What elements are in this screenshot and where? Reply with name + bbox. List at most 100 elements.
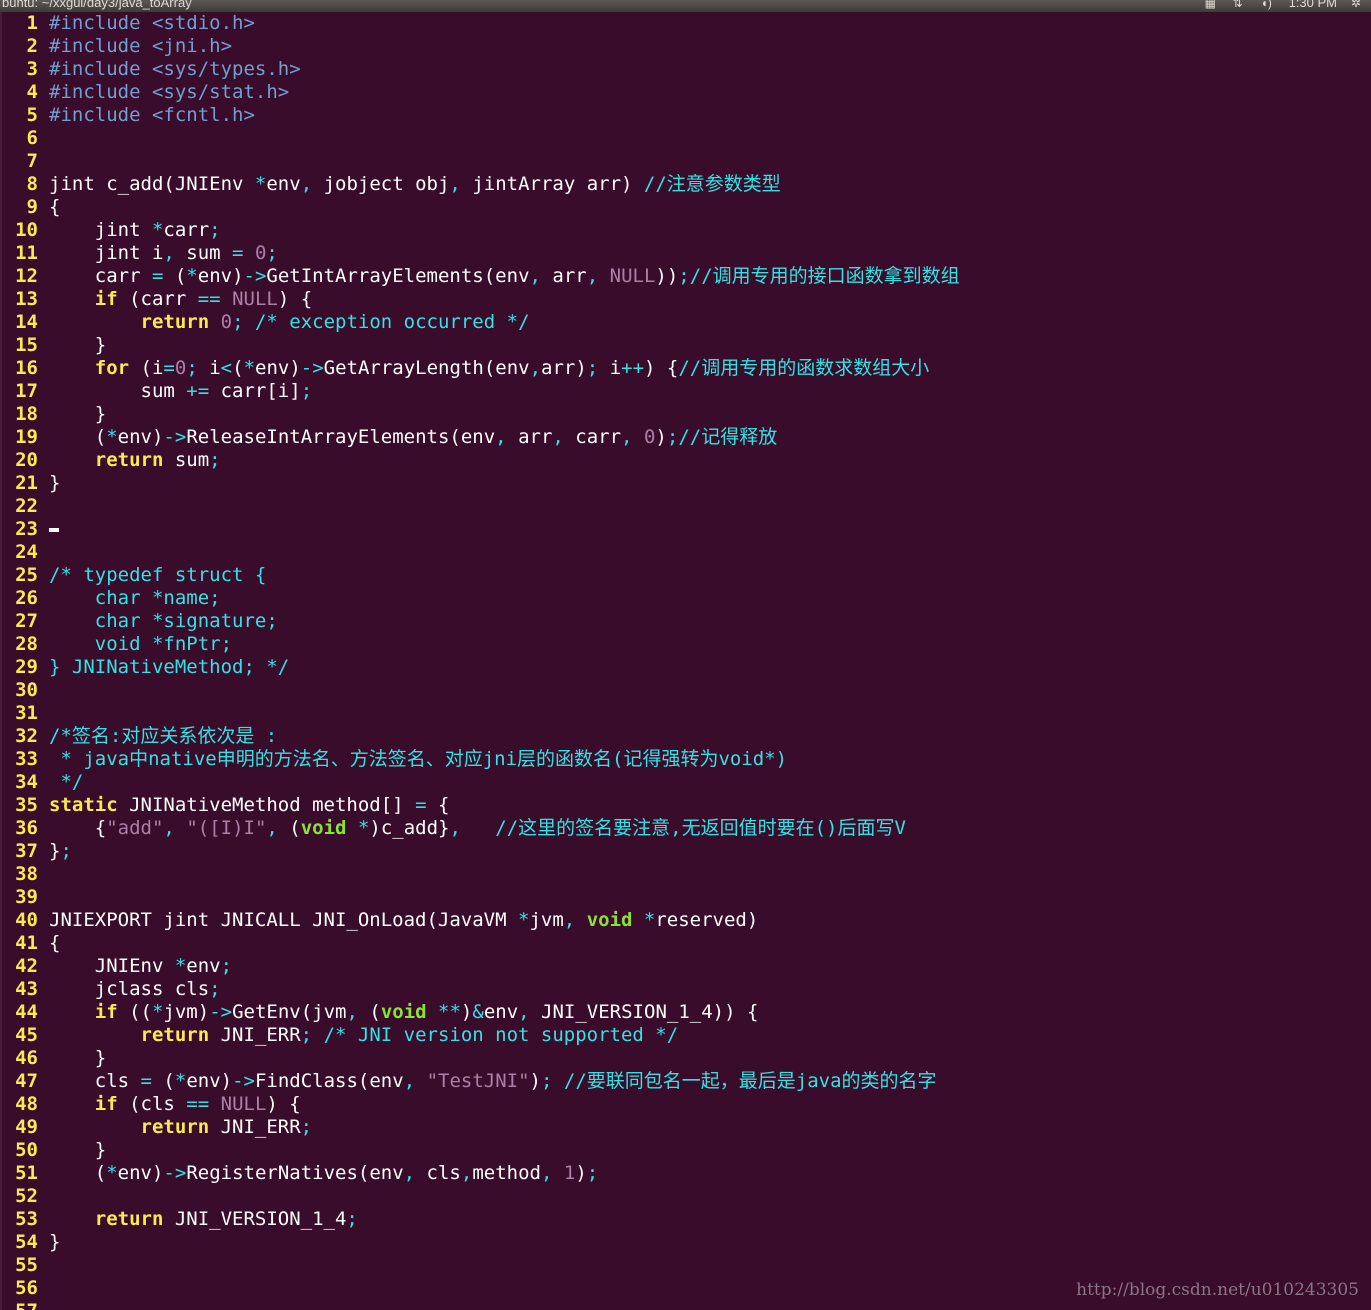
code-line[interactable]: 8 jint c_add(JNIEnv *env, jobject obj, ji… bbox=[2, 173, 781, 196]
code-token: env) bbox=[117, 426, 164, 448]
gear-icon[interactable]: ✲ bbox=[1351, 0, 1365, 9]
code-line[interactable]: 6 bbox=[2, 127, 49, 150]
keyboard-icon[interactable]: ▦ bbox=[1205, 0, 1219, 9]
code-token: * bbox=[357, 817, 370, 839]
line-number: 6 bbox=[26, 127, 38, 149]
code-line[interactable]: 24 bbox=[2, 541, 49, 564]
code-line[interactable]: 45 return JNI_ERR; /* JNI version not su… bbox=[2, 1024, 678, 1047]
code-token: , bbox=[403, 1162, 416, 1184]
code-line[interactable]: 4 #include <sys/stat.h> bbox=[2, 81, 290, 104]
network-icon[interactable]: ⇅ bbox=[1233, 0, 1247, 9]
code-editor[interactable]: 1 #include <stdio.h> 2 #include <jni.h> 3 #in… bbox=[0, 12, 1371, 1310]
code-line[interactable]: 2 #include <jni.h> bbox=[2, 35, 232, 58]
code-line[interactable]: 31 bbox=[2, 702, 49, 725]
code-line[interactable]: 49 return JNI_ERR; bbox=[2, 1116, 312, 1139]
code-token: GetEnv(jvm bbox=[232, 1001, 347, 1023]
code-token: -> bbox=[243, 265, 267, 287]
code-line[interactable]: 11 jint i, sum = 0; bbox=[2, 242, 278, 265]
code-token: <fcntl.h> bbox=[151, 104, 255, 126]
code-line[interactable]: 33 * java中native申明的方法名、方法签名、对应jni层的函数名(记… bbox=[2, 748, 787, 771]
code-line[interactable]: 35 static JNINativeMethod method[] = { bbox=[2, 794, 449, 817]
code-line[interactable]: 21} bbox=[2, 472, 60, 495]
code-token: ) { bbox=[644, 357, 679, 379]
code-token: carr bbox=[49, 265, 152, 287]
code-line[interactable]: 30 bbox=[2, 679, 49, 702]
code-text: return 0; /* exception occurred */ bbox=[38, 311, 530, 334]
code-line[interactable]: 15 } bbox=[2, 334, 106, 357]
line-number: 27 bbox=[15, 610, 38, 632]
code-line[interactable]: 53 return JNI_VERSION_1_4; bbox=[2, 1208, 358, 1231]
code-line[interactable]: 56 bbox=[2, 1277, 49, 1300]
code-line[interactable]: 13 if (carr == NULL) { bbox=[2, 288, 312, 311]
code-token: jint c_add(JNIEnv bbox=[49, 173, 255, 195]
code-line[interactable]: 50 } bbox=[2, 1139, 106, 1162]
code-line[interactable]: 18 } bbox=[2, 403, 106, 426]
code-line[interactable]: 7 bbox=[2, 150, 49, 173]
code-token: //这里的签名要注意,无返回值时要在()后面写V bbox=[495, 817, 906, 839]
code-line[interactable]: 34 */ bbox=[2, 771, 83, 794]
line-number: 14 bbox=[15, 311, 38, 333]
code-line[interactable]: 16 for (i=0; i<(*env)->GetArrayLength(en… bbox=[2, 357, 929, 380]
code-line[interactable]: 57 bbox=[2, 1300, 49, 1310]
code-token: env) bbox=[197, 265, 244, 287]
code-token: * bbox=[186, 265, 198, 287]
code-text: void *fnPtr; bbox=[38, 633, 232, 656]
code-token: NULL bbox=[220, 1093, 267, 1115]
code-line[interactable]: 47 cls = (*env)->FindClass(env, "TestJNI… bbox=[2, 1070, 936, 1093]
code-line[interactable]: 36 {"add", "([I)I", (void *)c_add}, //这里… bbox=[2, 817, 906, 840]
code-line[interactable]: 52 bbox=[2, 1185, 49, 1208]
code-line[interactable]: 40 JNIEXPORT jint JNICALL JNI_OnLoad(Java… bbox=[2, 909, 758, 932]
code-line[interactable]: 1 #include <stdio.h> bbox=[2, 12, 255, 35]
code-line[interactable]: 10 jint *carr; bbox=[2, 219, 221, 242]
code-token: i bbox=[598, 357, 622, 379]
clock[interactable]: 1:30 PM bbox=[1289, 0, 1337, 10]
volume-icon[interactable]: ◖) bbox=[1261, 0, 1275, 9]
code-line[interactable]: 5 #include <fcntl.h> bbox=[2, 104, 255, 127]
code-line[interactable]: 51 (*env)->RegisterNatives(env, cls,meth… bbox=[2, 1162, 598, 1185]
code-line[interactable]: 27 char *signature; bbox=[2, 610, 278, 633]
watermark: http://blog.csdn.net/u010243305 bbox=[1076, 1280, 1359, 1300]
code-line[interactable]: 42 JNIEnv *env; bbox=[2, 955, 232, 978]
code-line[interactable]: 28 void *fnPtr; bbox=[2, 633, 232, 656]
code-line[interactable]: 32 /*签名:对应关系依次是 : bbox=[2, 725, 277, 748]
code-token: #include bbox=[49, 104, 152, 126]
code-line[interactable]: 37}; bbox=[2, 840, 72, 863]
code-line[interactable]: 38 bbox=[2, 863, 49, 886]
code-line[interactable]: 12 carr = (*env)->GetIntArrayElements(en… bbox=[2, 265, 960, 288]
line-number: 25 bbox=[15, 564, 38, 586]
code-line[interactable]: 26 char *name; bbox=[2, 587, 220, 610]
code-line[interactable]: 46 } bbox=[2, 1047, 106, 1070]
code-text: return JNI_ERR; bbox=[38, 1116, 313, 1139]
code-token: */ bbox=[49, 771, 84, 793]
code-line[interactable]: 48 if (cls == NULL) { bbox=[2, 1093, 301, 1116]
code-line[interactable]: 44 if ((*jvm)->GetEnv(jvm, (void **)&env… bbox=[2, 1001, 758, 1024]
line-number: 18 bbox=[15, 403, 38, 425]
code-token: , bbox=[621, 426, 633, 448]
code-text bbox=[38, 518, 59, 541]
code-line[interactable]: 17 sum += carr[i]; bbox=[2, 380, 312, 403]
code-token: env bbox=[266, 173, 301, 195]
line-number: 15 bbox=[15, 334, 38, 356]
code-token: 1 bbox=[563, 1162, 576, 1184]
code-line[interactable]: 43 jclass cls; bbox=[2, 978, 221, 1001]
code-line[interactable]: 3 #include <sys/types.h> bbox=[2, 58, 301, 81]
code-token: ; bbox=[232, 311, 244, 333]
code-token: arr) bbox=[541, 357, 587, 379]
code-line[interactable]: 9{ bbox=[2, 196, 61, 219]
code-line[interactable]: 54} bbox=[2, 1231, 60, 1254]
code-line[interactable]: 39 bbox=[2, 886, 49, 909]
code-line[interactable]: 22 bbox=[2, 495, 49, 518]
code-line[interactable]: 19 (*env)->ReleaseIntArrayElements(env, … bbox=[2, 426, 777, 449]
code-line[interactable]: 55 bbox=[2, 1254, 49, 1277]
code-line[interactable]: 25 /* typedef struct { bbox=[2, 564, 266, 587]
line-number: 26 bbox=[15, 587, 38, 609]
code-line[interactable]: 20 return sum; bbox=[2, 449, 221, 472]
code-line[interactable]: 41 { bbox=[2, 932, 60, 955]
code-line[interactable]: 23 bbox=[2, 518, 59, 541]
code-line[interactable]: 14 return 0; /* exception occurred */ bbox=[2, 311, 530, 334]
code-token: return bbox=[49, 1024, 210, 1046]
code-line[interactable]: 29} JNINativeMethod; */ bbox=[2, 656, 289, 679]
code-token: * bbox=[243, 357, 256, 379]
